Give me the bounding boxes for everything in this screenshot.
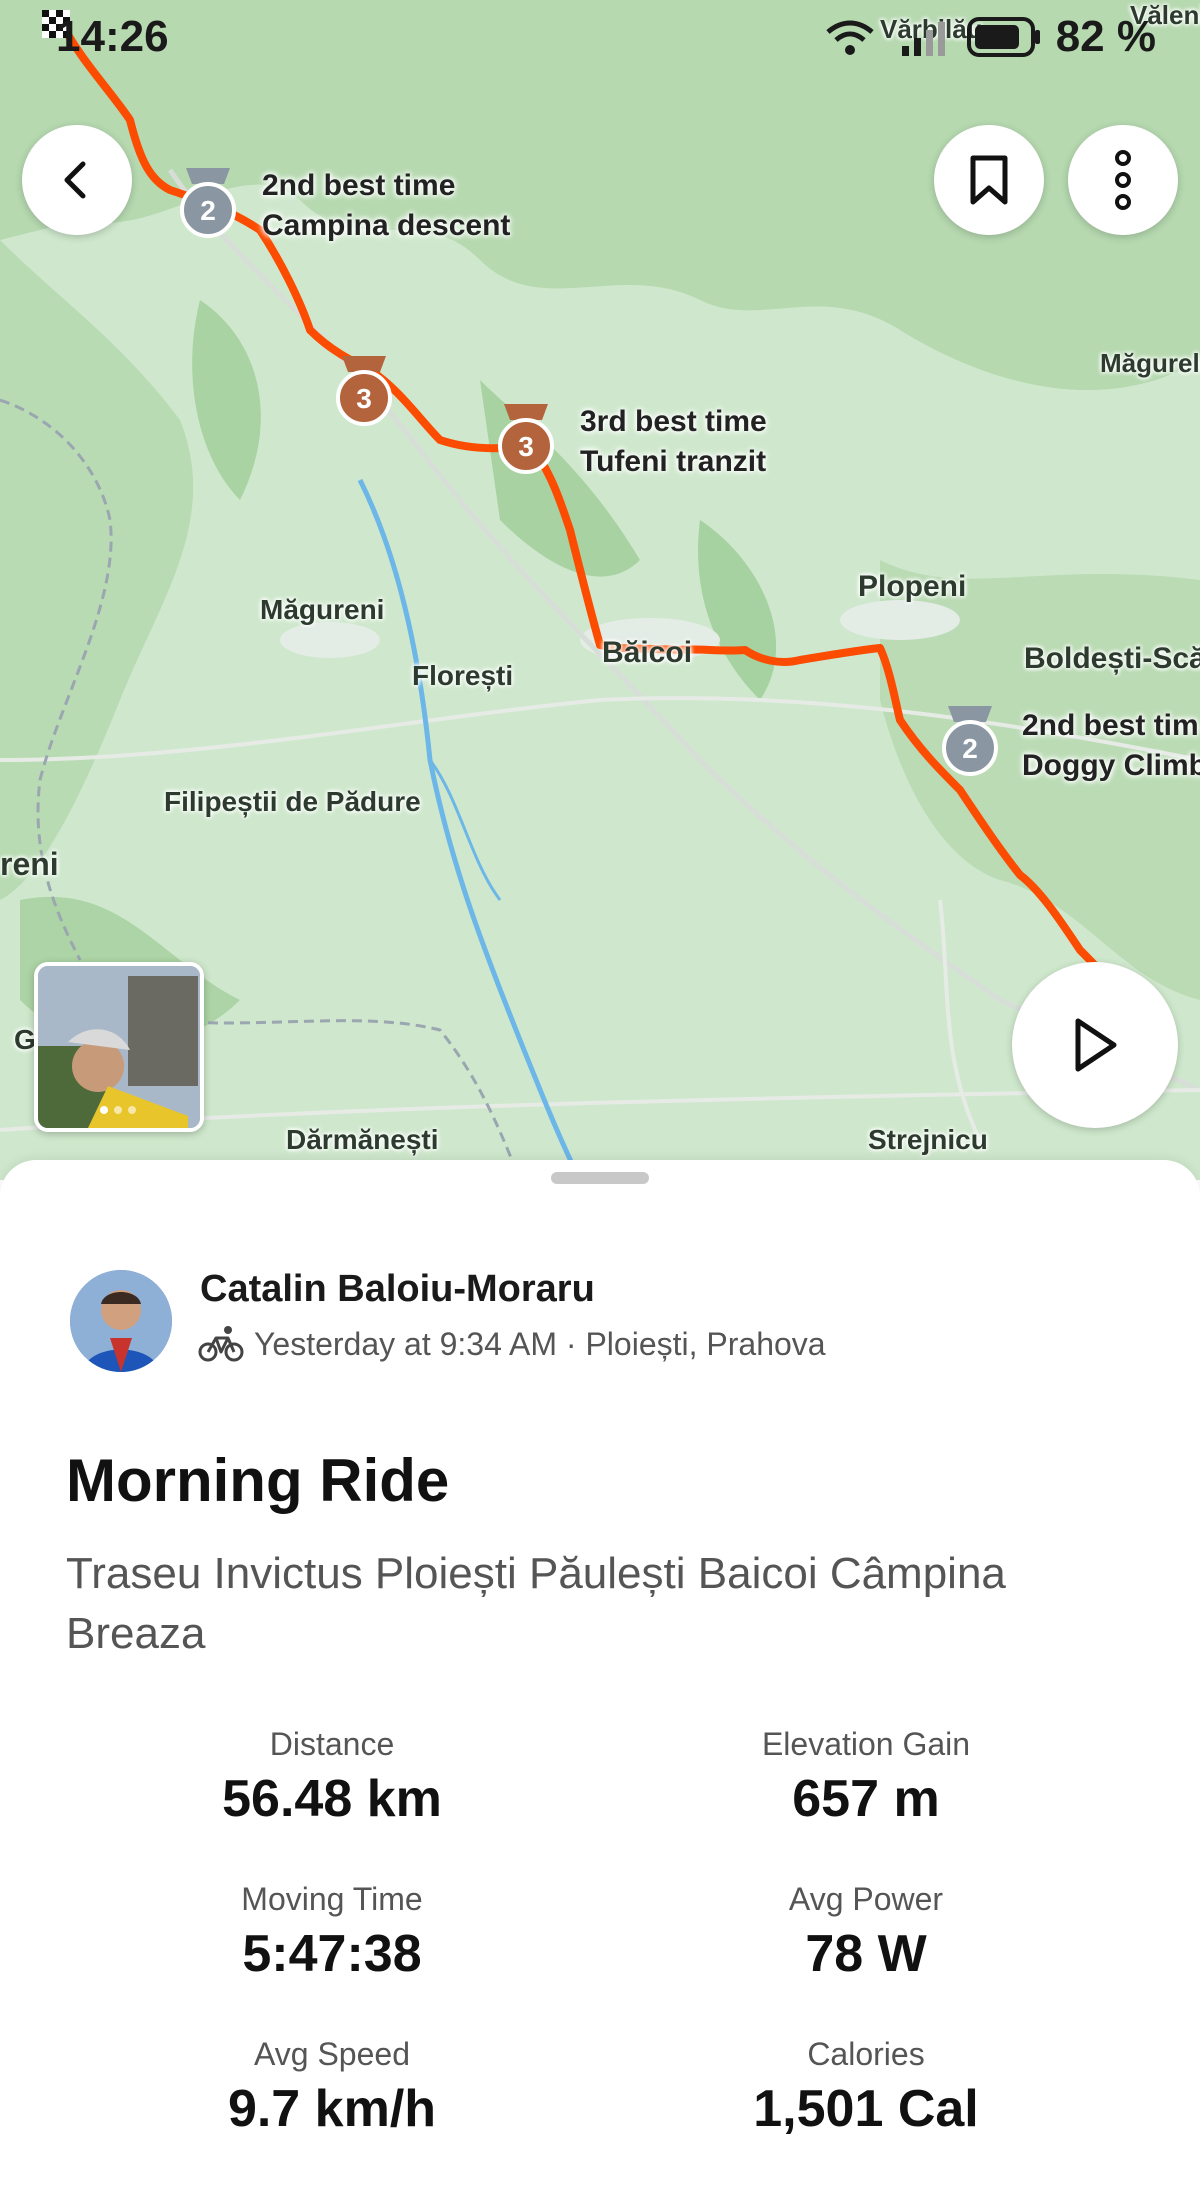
medal-3-icon[interactable]: 3 xyxy=(332,352,396,432)
more-options-button[interactable] xyxy=(1068,125,1178,235)
back-button[interactable] xyxy=(22,125,132,235)
stat-value: 657 m xyxy=(792,1770,940,1828)
status-bar: 14:26 82 % xyxy=(0,0,1200,70)
activity-time-location: Yesterday at 9:34 AM · Ploiești, Prahova xyxy=(254,1325,826,1362)
avatar[interactable] xyxy=(70,1270,172,1372)
sheet-drag-handle[interactable] xyxy=(551,1172,649,1184)
battery-level: 82 % xyxy=(1055,12,1156,61)
play-icon xyxy=(1075,1018,1117,1072)
place-label: Băicoi xyxy=(602,636,693,669)
route-map[interactable]: Vălenii de Munte Vărbilău Măgurele Măgur… xyxy=(0,0,1200,1180)
stat-elevation-gain: Elevation Gain 657 m xyxy=(606,1726,1126,1829)
photo-image xyxy=(38,966,200,1128)
place-label: Filipeștii de Pădure xyxy=(164,786,421,817)
medal-3-icon[interactable]: 3 xyxy=(494,400,558,480)
stat-value: 9.7 km/h xyxy=(227,2080,437,2138)
place-label: Plopeni xyxy=(858,570,967,603)
segment-achievement: 2nd best tim xyxy=(1022,709,1199,742)
segment-name: Doggy Climb xyxy=(1022,749,1200,782)
stat-label: Avg Power xyxy=(788,1881,944,1917)
activity-photo-thumbnail[interactable] xyxy=(34,962,204,1132)
wifi-icon xyxy=(826,20,874,55)
status-time: 14:26 xyxy=(56,12,169,61)
bike-icon xyxy=(198,1326,244,1362)
segment-name: Tufeni tranzit xyxy=(580,445,767,478)
place-label: Boldești-Scăeni xyxy=(1024,642,1200,675)
place-label: Măgurele xyxy=(1100,348,1200,378)
activity-details-sheet[interactable]: Catalin Baloiu-Moraru Yesterday at 9:34 … xyxy=(0,1160,1200,2192)
place-label: reni xyxy=(0,846,59,882)
stat-avg-power: Avg Power 78 W xyxy=(606,1881,1126,1984)
bookmark-icon xyxy=(970,155,1008,205)
battery-icon xyxy=(967,17,1040,57)
stat-distance: Distance 56.48 km xyxy=(72,1726,592,1829)
play-flyover-button[interactable] xyxy=(1012,962,1178,1128)
medal-2-icon[interactable]: 2 xyxy=(938,702,1002,782)
place-label: Măgureni xyxy=(260,594,385,625)
athlete-name[interactable]: Catalin Baloiu-Moraru xyxy=(200,1268,595,1311)
medal-2-icon[interactable]: 2 xyxy=(176,164,240,244)
segment-label[interactable]: 2nd best time Campina descent xyxy=(262,166,510,246)
activity-meta: Yesterday at 9:34 AM · Ploiești, Prahova xyxy=(198,1324,826,1364)
segment-achievement: 3rd best time xyxy=(580,405,767,438)
medal-rank: 3 xyxy=(518,431,534,462)
activity-title: Morning Ride xyxy=(66,1447,450,1514)
stat-value: 1,501 Cal xyxy=(753,2080,979,2138)
activity-description: Traseu Invictus Ploiești Păulești Baicoi… xyxy=(66,1549,1006,1658)
more-vertical-icon xyxy=(1115,150,1131,210)
stat-calories: Calories 1,501 Cal xyxy=(606,2036,1126,2139)
place-label: Dărmănești xyxy=(286,1124,439,1155)
stat-value: 5:47:38 xyxy=(242,1925,422,1983)
place-label: Florești xyxy=(412,660,514,691)
segment-label[interactable]: 3rd best time Tufeni tranzit xyxy=(580,402,767,482)
segment-achievement: 2nd best time xyxy=(262,169,456,202)
athlete-photo xyxy=(70,1270,172,1372)
stat-value: 78 W xyxy=(805,1925,927,1983)
stat-value: 56.48 km xyxy=(222,1770,442,1828)
save-route-button[interactable] xyxy=(934,125,1044,235)
stat-label: Moving Time xyxy=(241,1881,423,1917)
stat-label: Calories xyxy=(807,2036,925,2072)
stat-label: Distance xyxy=(269,1726,395,1762)
chevron-left-icon xyxy=(64,161,86,199)
stat-avg-speed: Avg Speed 9.7 km/h xyxy=(72,2036,592,2139)
stat-label: Elevation Gain xyxy=(761,1726,971,1762)
place-label: G xyxy=(14,1024,36,1055)
medal-rank: 2 xyxy=(200,195,216,226)
place-label: Strejnicu xyxy=(868,1124,988,1155)
stat-label: Avg Speed xyxy=(254,2036,410,2072)
medal-rank: 3 xyxy=(356,383,372,414)
segment-name: Campina descent xyxy=(262,209,511,242)
segment-label[interactable]: 2nd best tim Doggy Climb xyxy=(1022,706,1200,786)
medal-rank: 2 xyxy=(962,733,978,764)
signal-icon xyxy=(902,22,945,56)
stat-moving-time: Moving Time 5:47:38 xyxy=(72,1881,592,1984)
